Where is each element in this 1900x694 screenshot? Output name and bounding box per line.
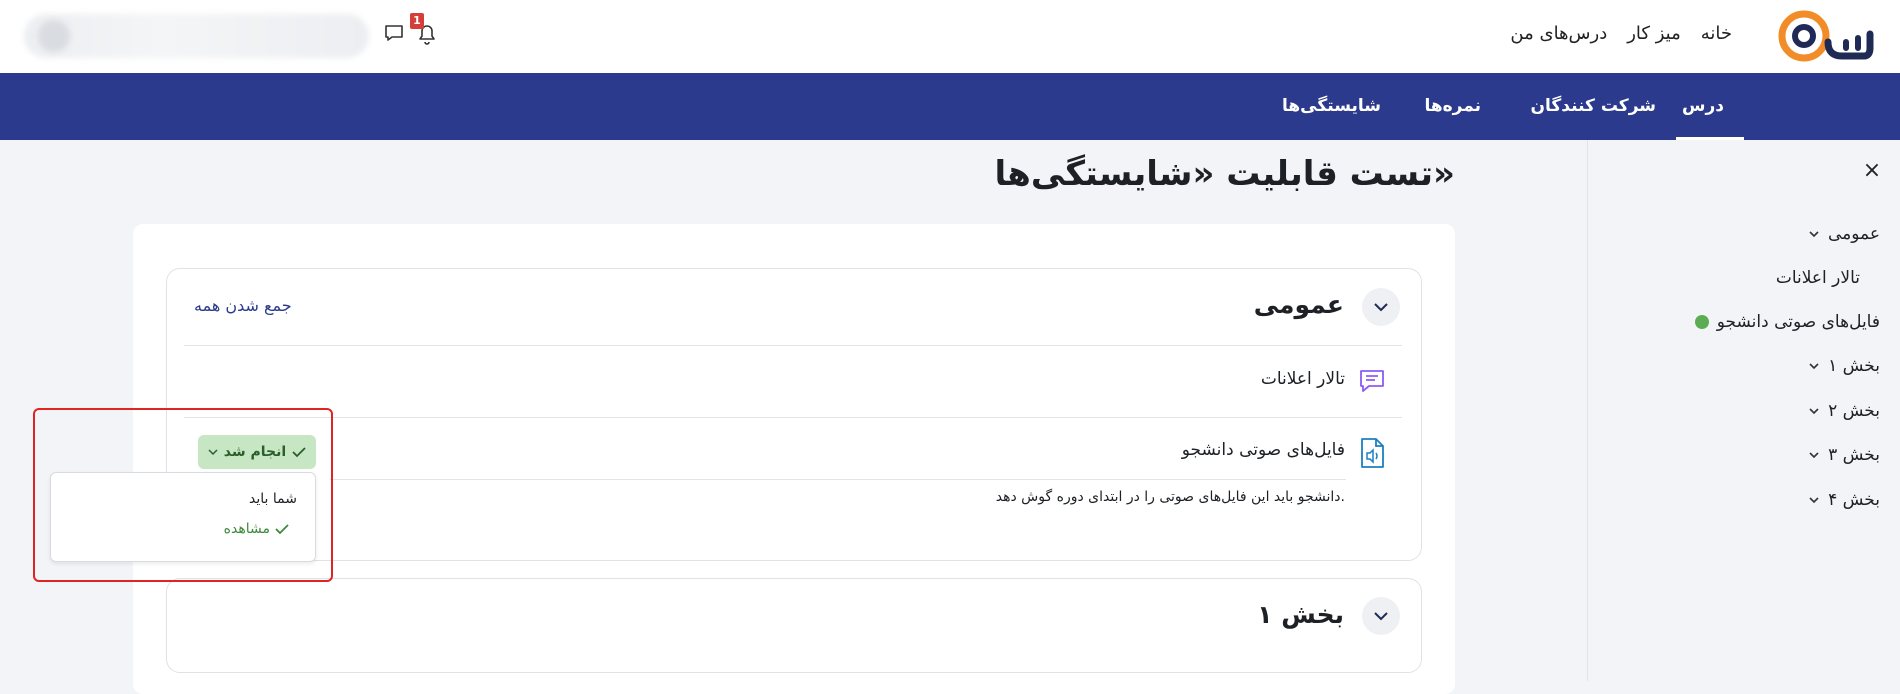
chevron-down-icon (1809, 497, 1819, 504)
nav-home[interactable]: خانه (1701, 23, 1732, 44)
site-logo[interactable] (1776, 8, 1876, 64)
nav-my-courses[interactable]: درس‌های من (1510, 23, 1607, 44)
drawer-item-label: بخش ۲ (1828, 401, 1880, 421)
chevron-down-icon (1374, 303, 1388, 312)
nav-dashboard[interactable]: میز کار (1627, 23, 1680, 44)
section-general (166, 268, 1422, 561)
chat-icon[interactable] (383, 22, 405, 44)
drawer-item-label: عمومی (1827, 224, 1880, 244)
tab-grades[interactable]: نمره‌ها (1424, 73, 1481, 140)
tab-competencies[interactable]: شایستگی‌ها (1282, 73, 1381, 140)
section-collapse-toggle[interactable] (1362, 288, 1400, 326)
drawer-item-label: فایل‌های صوتی دانشجو (1716, 312, 1880, 332)
notification-badge: 1 (410, 13, 424, 29)
activity-announcements[interactable]: تالار اعلانات (1261, 369, 1345, 389)
section-collapse-toggle[interactable] (1362, 597, 1400, 635)
collapse-all-link[interactable]: جمع شدن همه (194, 296, 292, 315)
drawer-item-label: بخش ۱ (1828, 356, 1880, 376)
drawer-item-label: بخش ۳ (1828, 445, 1880, 465)
tab-course[interactable]: درس (1682, 73, 1724, 140)
section-title: عمومی (1253, 290, 1344, 319)
avatar[interactable] (38, 20, 70, 52)
drawer-section-3[interactable]: بخش ۳ (1808, 445, 1880, 465)
drawer-section-1[interactable]: بخش ۱ (1808, 356, 1880, 376)
page-title: تست قابلیت «شایستگی‌ها» (994, 154, 1455, 194)
tab-participants[interactable]: شرکت کنندگان (1531, 73, 1656, 140)
chevron-down-icon (1809, 231, 1819, 238)
divider (184, 417, 1402, 418)
drawer-section-2[interactable]: بخش ۲ (1808, 401, 1880, 421)
divider (330, 479, 1346, 480)
chevron-down-icon (1374, 612, 1388, 621)
drawer-item-announcements[interactable]: تالار اعلانات (1776, 268, 1860, 288)
chevron-down-icon (1809, 452, 1819, 459)
activity-audio-files[interactable]: فایل‌های صوتی دانشجو (1182, 440, 1345, 460)
highlight-box (33, 408, 333, 582)
forum-icon (1357, 366, 1387, 396)
section-1 (166, 578, 1422, 673)
current-dot-icon (1694, 315, 1709, 329)
section-title: بخش ۱ (1257, 600, 1344, 629)
drawer-item-label: بخش ۴ (1828, 490, 1880, 510)
divider (184, 345, 1402, 346)
drawer-section-general[interactable]: عمومی (1808, 224, 1880, 244)
primary-nav: خانه میز کار درس‌های من (1510, 18, 1732, 48)
course-nav: درس شرکت کنندگان نمره‌ها شایستگی‌ها (0, 73, 1900, 140)
drawer-section-4[interactable]: بخش ۴ (1808, 490, 1880, 510)
drawer-item-label: تالار اعلانات (1775, 268, 1860, 288)
audio-file-icon (1357, 437, 1387, 469)
drawer-item-audio-files[interactable]: فایل‌های صوتی دانشجو (1694, 312, 1880, 332)
user-menu[interactable] (24, 14, 369, 58)
close-icon[interactable]: × (1860, 158, 1884, 183)
activity-description: دانشجو باید این فایل‌های صوتی را در ابتد… (995, 489, 1345, 505)
chevron-down-icon (1809, 363, 1819, 370)
chevron-down-icon (1809, 408, 1819, 415)
